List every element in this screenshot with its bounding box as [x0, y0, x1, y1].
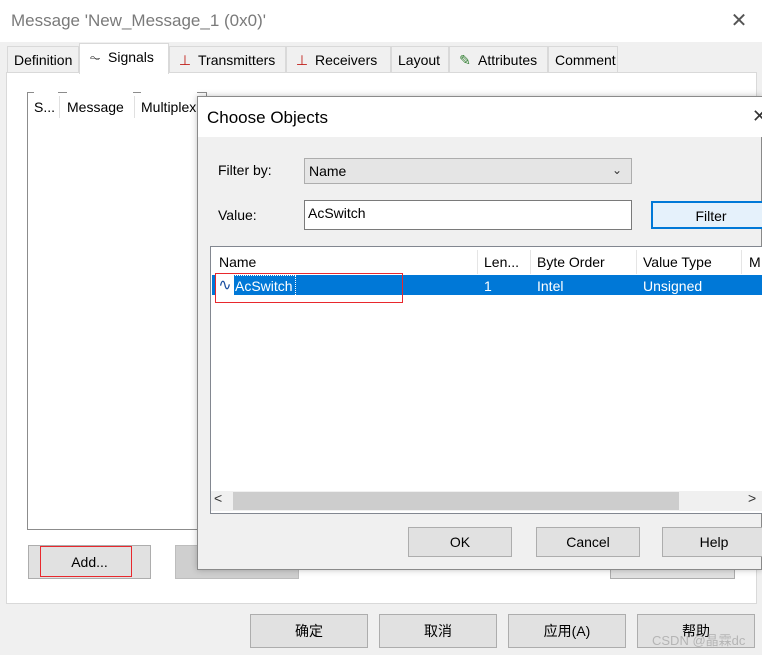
filter-by-label: Filter by:: [218, 162, 272, 178]
signal-wave-icon: ⏦: [89, 49, 101, 65]
column-header-s[interactable]: S...: [34, 92, 58, 122]
column-header-byte-order[interactable]: Byte Order: [537, 250, 633, 274]
tab-signals[interactable]: ⏦ Signals: [79, 43, 169, 74]
tab-receivers[interactable]: ⊥ Receivers: [286, 46, 391, 72]
tab-label: Definition: [14, 52, 73, 68]
row-length: 1: [484, 278, 492, 294]
tab-comment[interactable]: Comment: [548, 46, 618, 72]
tab-layout[interactable]: Layout: [391, 46, 449, 72]
close-icon[interactable]: ✕: [726, 8, 752, 34]
watermark: CSDN @晶霖dc: [652, 633, 746, 648]
attributes-pen-icon: ✎: [459, 52, 471, 68]
dialog-help-button[interactable]: Help: [662, 527, 762, 557]
tab-label: Comment: [555, 52, 616, 68]
apply-button[interactable]: 应用(A): [508, 614, 626, 648]
close-icon[interactable]: ✕: [752, 106, 762, 127]
value-input[interactable]: AcSwitch: [304, 200, 632, 230]
highlight-box-row: [215, 273, 403, 303]
highlight-box-add: [40, 546, 132, 577]
tab-transmitters[interactable]: ⊥ Transmitters: [169, 46, 286, 72]
column-header-name[interactable]: Name: [219, 250, 474, 274]
column-divider: [59, 96, 60, 118]
signals-list[interactable]: [27, 92, 207, 530]
filter-button[interactable]: Filter: [651, 201, 762, 229]
column-header-length[interactable]: Len...: [484, 250, 528, 274]
column-header-more[interactable]: M: [749, 250, 761, 274]
tab-definition[interactable]: Definition: [7, 46, 79, 72]
column-divider: [530, 250, 531, 274]
cancel-button[interactable]: 取消: [379, 614, 497, 648]
window-title: Message 'New_Message_1 (0x0)': [11, 11, 266, 30]
dialog-title: Choose Objects: [207, 108, 328, 127]
column-header-value-type[interactable]: Value Type: [643, 250, 737, 274]
tab-label: Attributes: [478, 52, 538, 68]
ok-button[interactable]: 确定: [250, 614, 368, 648]
column-header-message[interactable]: Message: [67, 92, 133, 122]
column-divider: [741, 250, 742, 274]
tab-label: Transmitters: [198, 52, 276, 68]
dialog-cancel-button[interactable]: Cancel: [536, 527, 640, 557]
chevron-down-icon: ⌄: [612, 163, 623, 177]
row-value-type: Unsigned: [643, 278, 703, 294]
scroll-left-icon[interactable]: <: [214, 490, 222, 506]
column-divider: [477, 250, 478, 274]
receiver-icon: ⊥: [295, 52, 309, 68]
transmitter-icon: ⊥: [178, 52, 192, 68]
column-divider: [636, 250, 637, 274]
dialog-ok-button[interactable]: OK: [408, 527, 512, 557]
filter-by-select[interactable]: Name: [304, 158, 632, 184]
scrollbar-thumb[interactable]: [233, 492, 679, 510]
value-label: Value:: [218, 207, 257, 223]
tab-label: Signals: [108, 49, 154, 65]
scroll-right-icon[interactable]: >: [748, 490, 756, 506]
tab-label: Receivers: [315, 52, 378, 68]
column-header-multiplex[interactable]: Multiplex: [141, 92, 197, 122]
column-divider: [134, 96, 135, 118]
tab-label: Layout: [398, 52, 441, 68]
row-byte-order: Intel: [537, 278, 564, 294]
tab-attributes[interactable]: ✎ Attributes: [449, 46, 548, 72]
